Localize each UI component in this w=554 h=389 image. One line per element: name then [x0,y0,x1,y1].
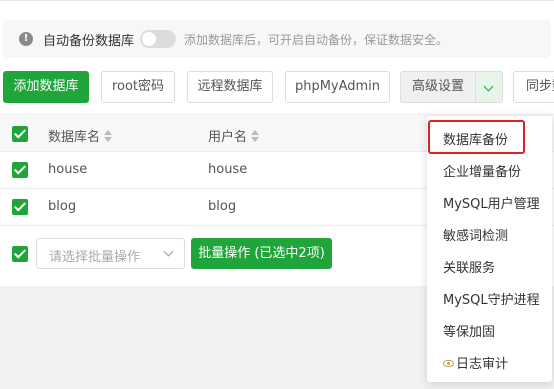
menu-item-sensitive-words[interactable]: 敏感词检测 [443,225,508,244]
batch-operation-select[interactable]: 请选择批量操作 [36,238,185,269]
db-user-cell: house [208,162,248,177]
db-name-cell[interactable]: blog [48,199,76,214]
add-database-button[interactable]: 添加数据库 [3,71,89,103]
auto-backup-notice: ! 自动备份数据库 添加数据库后，可开启自动备份，保证数据安全。 [3,20,551,58]
menu-item-db-backup[interactable]: 数据库备份 [443,129,508,148]
select-all-checkbox[interactable] [12,126,28,142]
menu-item-log-audit-label: 日志审计 [456,357,509,372]
advanced-settings-button[interactable]: 高级设置 [401,72,475,102]
toggle-knob [142,32,156,46]
menu-item-related-services[interactable]: 关联服务 [443,257,495,276]
bottom-select-all-checkbox[interactable] [12,246,28,262]
menu-item-security-hardening[interactable]: 等保加固 [443,321,495,340]
remote-database-button[interactable]: 远程数据库 [187,71,273,103]
sort-icon [251,130,260,142]
advanced-settings-dropdown-menu: 数据库备份 企业增量备份 MySQL用户管理 敏感词检测 关联服务 MySQL守… [427,116,552,382]
auto-backup-hint: 添加数据库后，可开启自动备份，保证数据安全。 [184,33,449,47]
menu-item-incremental-backup[interactable]: 企业增量备份 [443,161,521,180]
column-header-dbname[interactable]: 数据库名 [48,126,113,145]
db-user-cell: blog [208,199,237,214]
sync-button[interactable]: 同步数 [513,71,554,103]
sort-icon [104,130,113,142]
batch-operation-placeholder: 请选择批量操作 [49,250,141,265]
divider [0,0,554,1]
advanced-settings-dropdown-toggle[interactable] [476,72,502,102]
root-password-button[interactable]: root密码 [101,71,175,103]
chevron-down-icon [483,81,494,92]
auto-backup-label: 自动备份数据库 [43,34,135,49]
info-icon: ! [19,32,33,46]
chevron-down-icon [163,246,174,257]
column-header-username-label: 用户名 [208,130,248,145]
menu-item-mysql-users[interactable]: MySQL用户管理 [443,193,540,212]
auto-backup-toggle[interactable] [140,30,176,48]
menu-item-log-audit[interactable]: 日志审计 [443,353,508,372]
db-name-cell[interactable]: house [48,162,87,177]
column-header-dbname-label: 数据库名 [48,130,101,145]
batch-operation-button[interactable]: 批量操作 (已选中2项) [191,238,332,269]
eye-icon [443,360,454,367]
row-checkbox[interactable] [12,199,28,215]
row-checkbox[interactable] [12,162,28,178]
advanced-settings-split-button[interactable]: 高级设置 [400,71,503,103]
column-header-username[interactable]: 用户名 [208,126,260,145]
phpmyadmin-button[interactable]: phpMyAdmin [285,71,390,103]
menu-item-mysql-daemon[interactable]: MySQL守护进程 [443,289,540,308]
